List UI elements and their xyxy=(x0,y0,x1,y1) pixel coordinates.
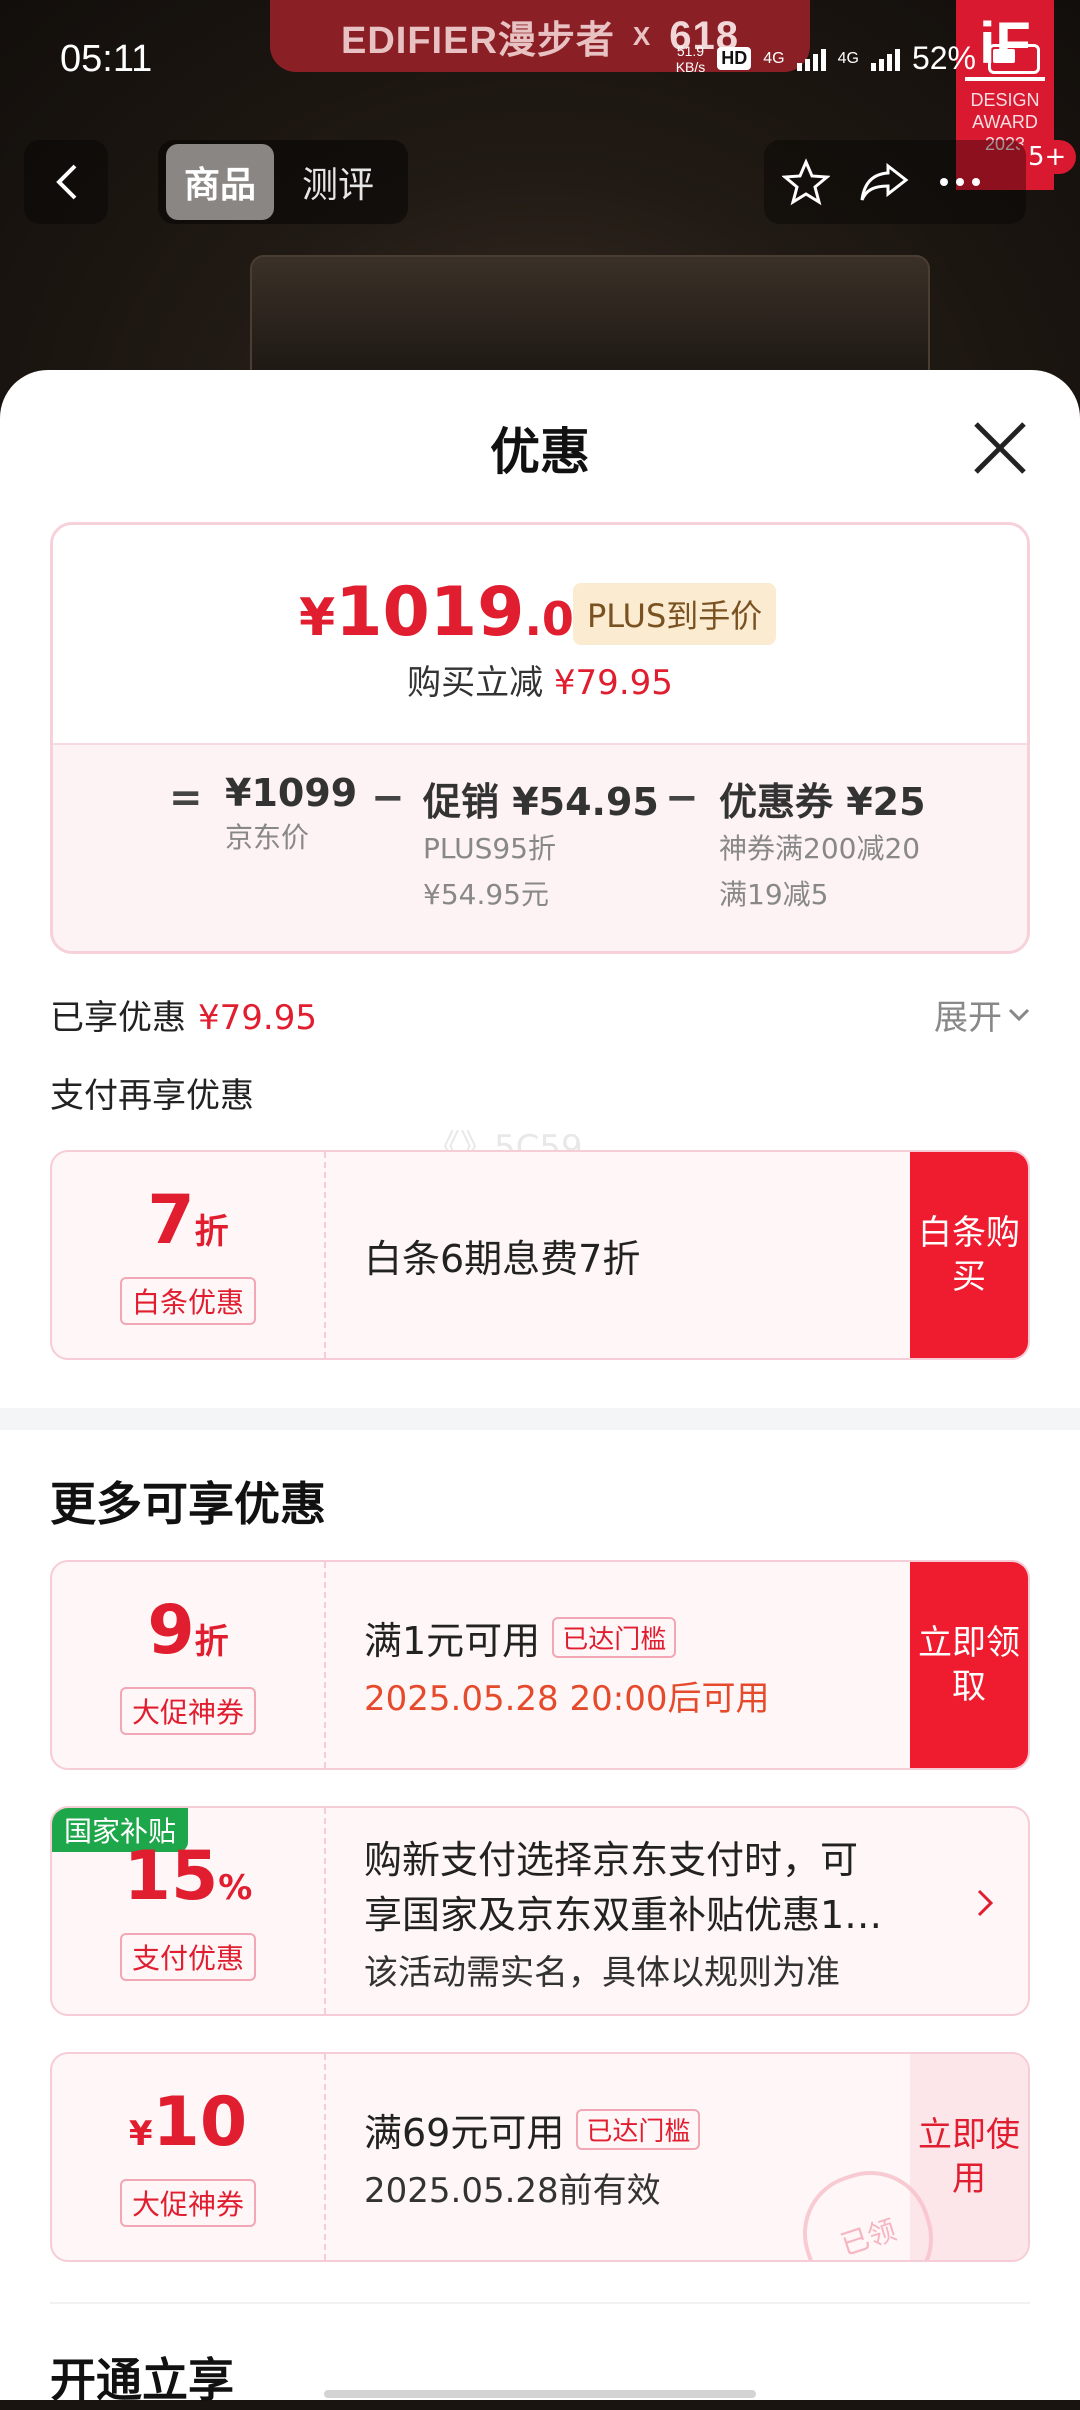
net-type-1: 4G xyxy=(763,49,785,67)
share-icon[interactable] xyxy=(858,160,910,204)
coupon-condition: 满1元可用 xyxy=(364,1619,541,1663)
coupon-title: 购新支付选择京东支付时，可 xyxy=(364,1837,859,1882)
hd-icon: HD xyxy=(717,47,752,70)
signal-icon-2 xyxy=(870,47,900,71)
equals-sign: = xyxy=(169,775,203,821)
coupon-desc: 满69元可用 已达门槛 2025.05.28前有效 xyxy=(364,2054,701,2260)
jd-price-block: ¥1099 京东价 xyxy=(225,771,357,861)
promo-block: 促销 ¥54.95 PLUS95折 ¥54.95元 xyxy=(423,771,659,918)
coupon-tag: 支付优惠 xyxy=(119,1932,256,1981)
coupon-value-block: 7折 白条优惠 xyxy=(52,1152,326,1358)
coupon-validity: 2025.05.28 20:00后可用 xyxy=(364,1679,770,1719)
sheet-title: 优惠 xyxy=(490,423,590,481)
threshold-reached-tag: 已达门槛 xyxy=(552,1617,677,1658)
more-icon[interactable] xyxy=(938,176,982,188)
net-speed: 51.9 KB/s xyxy=(676,43,706,75)
coupon-detail-2: 满19减5 xyxy=(719,878,829,911)
coupon-title-2: 享国家及京东双重补贴优惠1… xyxy=(364,1892,883,1937)
coupon-value-block: 9折 大促神券 xyxy=(52,1562,326,1768)
coupon-title: 满1元可用 已达门槛 xyxy=(364,1610,769,1665)
coupon-detail-1: 神券满200减20 xyxy=(719,832,921,865)
expand-label: 展开 xyxy=(934,998,1002,1038)
coupon-value-block: ¥10 大促神券 xyxy=(52,2054,326,2260)
coupon-value: 9折 xyxy=(147,1590,229,1670)
home-indicator[interactable] xyxy=(324,2390,756,2398)
coupon-desc: 购新支付选择京东支付时，可 享国家及京东双重补贴优惠1… 该活动需实名，具体以规… xyxy=(364,1808,954,2014)
net-speed-unit: KB/s xyxy=(675,58,706,75)
price-symbol: ¥ xyxy=(299,588,336,648)
coupon-national-subsidy[interactable]: 国家补贴 15% 支付优惠 购新支付选择京东支付时，可 享国家及京东双重补贴优惠… xyxy=(50,1806,1030,2016)
coupon-desc: 满1元可用 已达门槛 2025.05.28 20:00后可用 xyxy=(364,1562,769,1768)
coupon-tag: 白条优惠 xyxy=(119,1276,256,1325)
coupon-9-off[interactable]: 9折 大促神券 满1元可用 已达门槛 2025.05.28 20:00后可用 立… xyxy=(50,1560,1030,1770)
tab-product[interactable]: 商品 xyxy=(166,144,275,220)
price-breakdown-card: ¥1019.05 PLUS到手价 购买立减 ¥79.95 = ¥1099 京东价… xyxy=(50,522,1030,954)
coupon-value: 15% xyxy=(123,1836,253,1916)
nav-tabs: 商品 测评 xyxy=(158,140,408,224)
more-discounts-title: 更多可享优惠 xyxy=(50,1477,326,1531)
back-button[interactable] xyxy=(24,140,108,224)
jd-price-label: 京东价 xyxy=(225,821,310,854)
close-icon[interactable] xyxy=(968,416,1032,480)
image-count-badge: 5+ xyxy=(1018,140,1077,174)
net-speed-value: 51.9 xyxy=(676,42,705,59)
promo-detail-2: ¥54.95元 xyxy=(423,878,549,911)
open-member-title: 开通立享 xyxy=(50,2353,234,2407)
instant-reduction: 购买立减 ¥79.95 xyxy=(53,655,1027,704)
coupon-value: ¥10 xyxy=(128,2082,248,2162)
enjoyed-label: 已享优惠 xyxy=(50,998,186,1038)
coupon-value-block: 15% 支付优惠 xyxy=(52,1808,326,2014)
section-divider xyxy=(0,1408,1080,1430)
coupon-tag: 大促神券 xyxy=(119,1686,256,1735)
net-type-2: 4G xyxy=(837,49,859,67)
coupon-10-yuan[interactable]: ¥10 大促神券 满69元可用 已达门槛 2025.05.28前有效 立即使用 … xyxy=(50,2052,1030,2262)
coupon-condition: 满69元可用 xyxy=(364,2111,565,2155)
signal-icon xyxy=(796,47,826,71)
price-summary: ¥1019.05 PLUS到手价 购买立减 ¥79.95 xyxy=(53,525,1027,743)
plus-price-tag: PLUS到手价 xyxy=(573,583,777,645)
baitiao-buy-button[interactable]: 白条购买 xyxy=(910,1152,1028,1358)
price-calculation: = ¥1099 京东价 − 促销 ¥54.95 PLUS95折 ¥54.95元 … xyxy=(53,743,1027,951)
battery-percent: 52% xyxy=(911,40,976,76)
minus-sign-1: − xyxy=(371,775,405,821)
status-icons: 51.9 KB/s HD 4G 4G 52% xyxy=(676,40,1040,77)
coupon-title: 满69元可用 已达门槛 xyxy=(364,2102,701,2157)
threshold-reached-tag: 已达门槛 xyxy=(576,2109,701,2150)
status-bar: 05:11 51.9 KB/s HD 4G 4G 52% xyxy=(0,0,1080,120)
expand-button[interactable]: 展开 xyxy=(934,990,1030,1039)
coupon-value: 7折 xyxy=(147,1180,229,1260)
chevron-down-icon xyxy=(1008,1008,1030,1021)
clock: 05:11 xyxy=(60,38,153,80)
promo-amount: 促销 ¥54.95 xyxy=(423,780,659,824)
coupon-amount: 优惠券 ¥25 xyxy=(719,780,926,824)
coupon-desc: 白条6期息费7折 xyxy=(364,1152,640,1358)
tab-review[interactable]: 测评 xyxy=(284,144,392,220)
pay-more-title: 支付再享优惠 xyxy=(50,1076,254,1116)
nav-actions xyxy=(764,140,1026,224)
reduce-value: ¥79.95 xyxy=(553,663,673,703)
enjoyed-discount: 已享优惠 ¥79.95 xyxy=(50,990,317,1039)
battery-icon xyxy=(988,43,1040,74)
star-icon[interactable] xyxy=(782,158,830,206)
section-separator xyxy=(50,2302,1030,2304)
chevron-left-icon xyxy=(56,164,77,200)
promo-detail-1: PLUS95折 xyxy=(423,832,556,865)
final-price: ¥1019.05 xyxy=(299,573,606,652)
discount-sheet: 优惠 ¥1019.05 PLUS到手价 购买立减 ¥79.95 = ¥1099 … xyxy=(0,370,1080,2407)
reduce-label: 购买立减 xyxy=(407,663,544,703)
enjoyed-value: ¥79.95 xyxy=(198,998,317,1038)
coupon-tag: 大促神券 xyxy=(119,2178,256,2227)
chevron-right-icon[interactable] xyxy=(976,1888,994,1918)
coupon-validity: 2025.05.28前有效 xyxy=(364,2171,661,2211)
jd-price: ¥1099 xyxy=(225,771,358,815)
coupon-note: 该活动需实名，具体以规则为准 xyxy=(364,1952,840,1993)
price-integer: 1019 xyxy=(335,573,525,652)
claim-button[interactable]: 立即领取 xyxy=(910,1562,1028,1768)
coupon-baitiao[interactable]: 7折 白条优惠 白条6期息费7折 白条购买 xyxy=(50,1150,1030,1360)
minus-sign-2: − xyxy=(665,775,699,821)
coupon-block: 优惠券 ¥25 神券满200减20 满19减5 xyxy=(719,771,926,918)
coupon-title: 白条6期息费7折 xyxy=(364,1236,641,1281)
